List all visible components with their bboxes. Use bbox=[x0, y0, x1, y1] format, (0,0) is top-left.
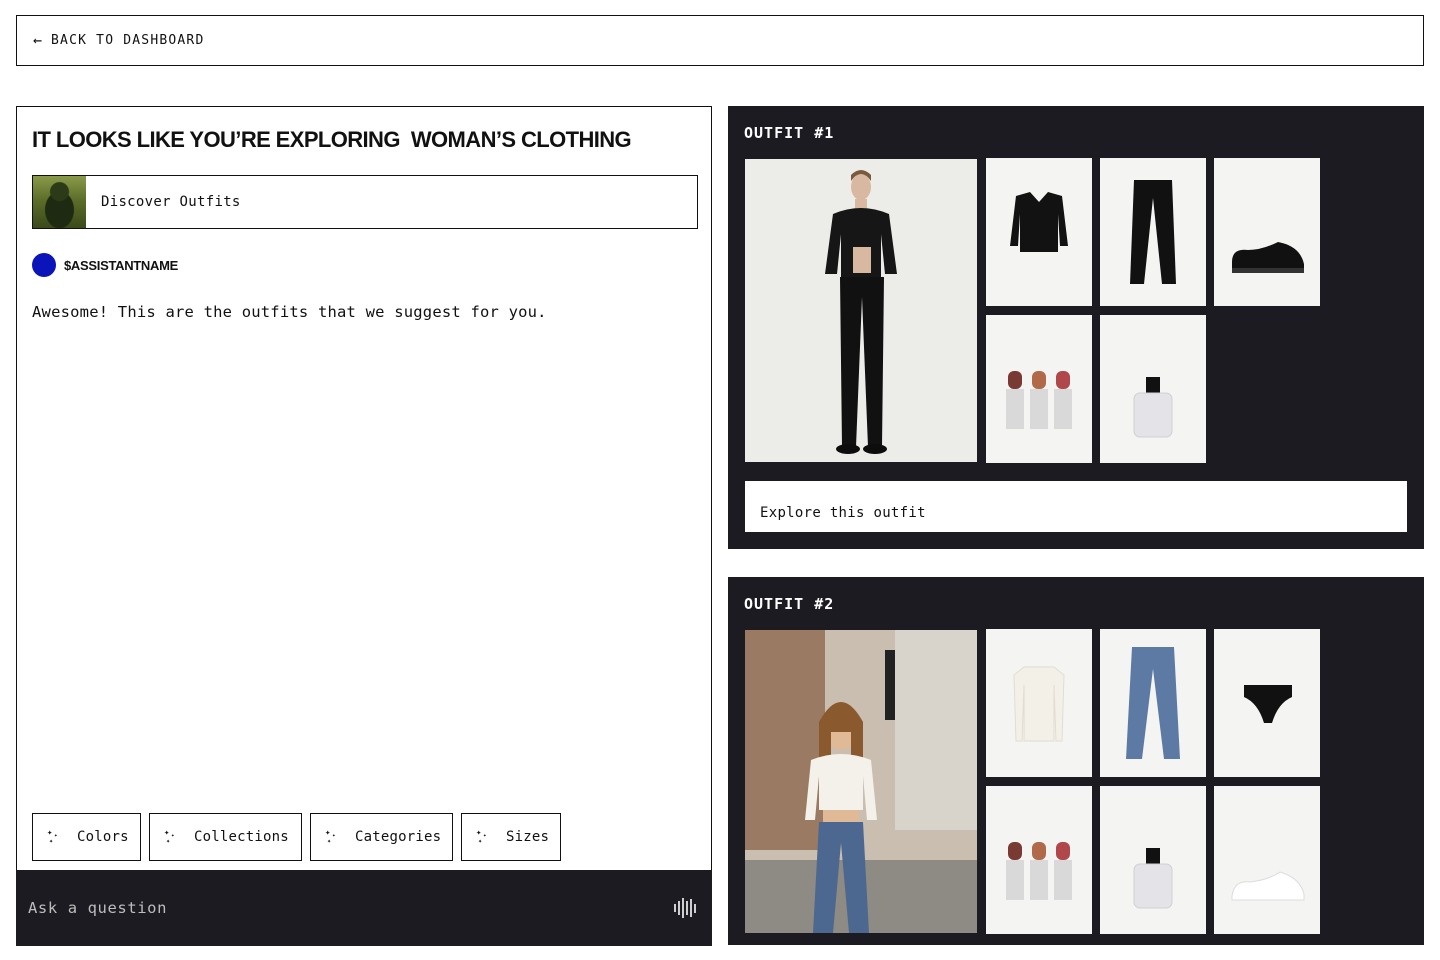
discover-thumbnail-image bbox=[33, 176, 86, 228]
chip-colors[interactable]: ✦ ✦ ✦ Colors bbox=[32, 813, 141, 861]
discover-outfits-button[interactable]: Discover Outfits bbox=[32, 175, 698, 229]
product-perfume[interactable] bbox=[1100, 315, 1206, 463]
assistant-message: Awesome! This are the outfits that we su… bbox=[32, 303, 547, 321]
outfit-card-1: OUTFIT #1 Explore this outfit bbox=[728, 106, 1424, 549]
sparkles-icon: ✦ ✦ ✦ bbox=[325, 828, 336, 845]
assistant-header: $ASSISTANTNAME bbox=[32, 253, 178, 277]
chip-categories[interactable]: ✦ ✦ ✦ Categories bbox=[310, 813, 453, 861]
assistant-name: $ASSISTANTNAME bbox=[64, 257, 179, 273]
chip-label: Sizes bbox=[506, 829, 550, 845]
product-white-sneakers[interactable] bbox=[1214, 786, 1320, 934]
chip-sizes[interactable]: ✦ ✦ ✦ Sizes bbox=[461, 813, 561, 861]
chip-label: Collections bbox=[194, 829, 289, 845]
sparkles-icon: ✦ ✦ ✦ bbox=[47, 828, 58, 845]
product-blue-jeans[interactable] bbox=[1100, 629, 1206, 777]
product-white-cardigan[interactable] bbox=[986, 629, 1092, 777]
outfit-main-image[interactable] bbox=[745, 159, 977, 462]
chat-panel: IT LOOKS LIKE YOU’RE EXPLORING WOMAN’S C… bbox=[16, 106, 712, 946]
chip-collections[interactable]: ✦ ✦ ✦ Collections bbox=[149, 813, 302, 861]
voice-waveform-icon[interactable] bbox=[674, 898, 696, 918]
suggestion-chips: ✦ ✦ ✦ Colors ✦ ✦ ✦ Collections ✦ ✦ ✦ Categorie… bbox=[32, 813, 561, 861]
product-black-trousers[interactable] bbox=[1100, 158, 1206, 306]
explore-outfit-button[interactable]: Explore this outfit bbox=[745, 481, 1407, 532]
ask-bar bbox=[16, 870, 712, 946]
explore-label: Explore this outfit bbox=[760, 505, 926, 521]
back-to-dashboard-button[interactable]: ← BACK TO DASHBOARD bbox=[16, 15, 1424, 66]
sparkles-icon: ✦ ✦ ✦ bbox=[164, 828, 175, 845]
product-perfume[interactable] bbox=[1100, 786, 1206, 934]
chip-label: Colors bbox=[77, 829, 129, 845]
product-black-briefs[interactable] bbox=[1214, 629, 1320, 777]
back-label: BACK TO DASHBOARD bbox=[51, 33, 205, 48]
discover-label: Discover Outfits bbox=[101, 194, 241, 210]
product-black-loafers[interactable] bbox=[1214, 158, 1320, 306]
ask-input[interactable] bbox=[28, 899, 674, 917]
outfit-title: OUTFIT #1 bbox=[744, 124, 835, 142]
outfit-main-image[interactable] bbox=[745, 630, 977, 933]
outfit-card-2: OUTFIT #2 bbox=[728, 577, 1424, 945]
product-lipsticks[interactable] bbox=[986, 315, 1092, 463]
page-title: IT LOOKS LIKE YOU’RE EXPLORING WOMAN’S C… bbox=[32, 127, 632, 152]
assistant-avatar bbox=[32, 253, 56, 277]
arrow-left-icon: ← bbox=[33, 31, 43, 49]
product-lipsticks[interactable] bbox=[986, 786, 1092, 934]
chip-label: Categories bbox=[355, 829, 442, 845]
sparkles-icon: ✦ ✦ ✦ bbox=[476, 828, 487, 845]
product-black-blazer[interactable] bbox=[986, 158, 1092, 306]
outfit-title: OUTFIT #2 bbox=[744, 595, 835, 613]
